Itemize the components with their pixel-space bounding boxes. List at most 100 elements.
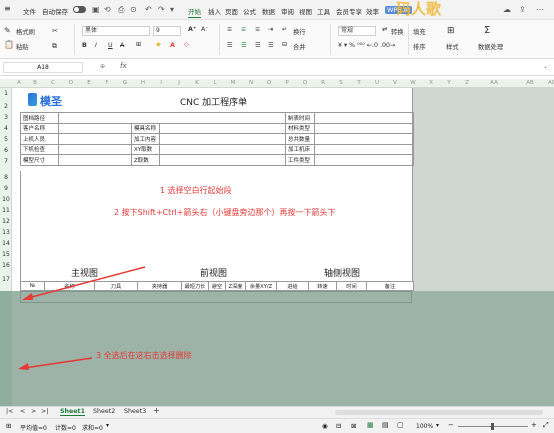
tab-insert[interactable]: 插入 — [208, 6, 221, 16]
autosave-toggle[interactable] — [73, 6, 86, 13]
row-header-cell[interactable]: 11 — [0, 207, 12, 214]
tab-sheet2[interactable]: Sheet2 — [93, 408, 115, 415]
align-middle-icon[interactable]: ≡ — [241, 26, 246, 33]
row-header-cell[interactable]: 5 — [0, 136, 12, 143]
format-painter-button[interactable]: 格式刷 — [16, 27, 35, 36]
column-header-cell[interactable]: J — [170, 79, 188, 88]
justify-icon[interactable]: ☰ — [268, 42, 274, 49]
column-header-cell[interactable]: A — [12, 79, 26, 88]
tab-review[interactable]: 审阅 — [281, 6, 294, 16]
zoom-in-icon[interactable]: + — [531, 421, 537, 429]
column-header-cell[interactable]: O — [260, 79, 278, 88]
row-header-cell[interactable]: 9 — [0, 185, 12, 192]
align-center-icon[interactable]: ☰ — [241, 42, 247, 49]
page-layout-icon[interactable]: ⊟ — [336, 422, 341, 430]
bold-icon[interactable]: B — [82, 42, 87, 49]
column-header-cell[interactable]: T — [350, 79, 368, 88]
value-cell[interactable] — [314, 133, 414, 145]
column-header-cell[interactable]: V — [386, 79, 404, 88]
font-name-select[interactable]: 黑体 — [82, 26, 150, 36]
value-cell[interactable] — [159, 154, 286, 166]
cloud-icon[interactable]: ☁ — [503, 5, 511, 14]
copy-icon[interactable]: ⧉ — [52, 42, 57, 51]
column-header-cell[interactable]: AA — [476, 79, 512, 88]
row-header-cell[interactable]: 4 — [0, 125, 12, 132]
column-header-cell[interactable]: G — [116, 79, 134, 88]
align-bottom-icon[interactable]: ≡ — [255, 26, 260, 33]
column-header-cell[interactable]: H — [134, 79, 152, 88]
share-icon[interactable]: ⇪ — [519, 5, 526, 14]
page-break-view-icon[interactable]: ▤ — [382, 421, 389, 429]
column-header-cell[interactable]: M — [224, 79, 242, 88]
paste-button[interactable]: 粘贴 — [16, 42, 29, 51]
more-icon[interactable]: ▾ — [170, 5, 174, 14]
value-cell[interactable] — [314, 112, 414, 124]
row-header-cell[interactable]: 1 — [0, 90, 12, 97]
undo-history-icon[interactable]: ⟲ — [104, 5, 111, 14]
column-header-cell[interactable]: L — [206, 79, 224, 88]
fill-button[interactable]: 填充 — [413, 27, 426, 36]
currency-icon[interactable]: ¥ ▾ % ⁰⁰⁰ ←.0 .00→ — [338, 42, 395, 49]
merge-button[interactable]: 合并 — [293, 42, 306, 51]
align-top-icon[interactable]: ≡ — [227, 26, 232, 33]
zoom-level[interactable]: 100% — [416, 423, 433, 430]
column-header-cell[interactable]: Q — [296, 79, 314, 88]
indent-icon[interactable]: ⇥ — [268, 26, 273, 33]
tab-sheet1[interactable]: Sheet1 — [60, 408, 85, 416]
column-header-cell[interactable]: I — [152, 79, 170, 88]
clear-format-icon[interactable]: ◇ — [184, 41, 189, 48]
add-sheet-icon[interactable]: + — [153, 406, 160, 415]
status-dropdown-icon[interactable]: ▾ — [106, 422, 109, 429]
cut-icon[interactable]: ✂ — [52, 27, 58, 35]
save-icon[interactable]: ▣ — [92, 5, 100, 14]
first-sheet-icon[interactable]: |< — [6, 408, 13, 415]
wrap-button[interactable]: 换行 — [293, 27, 306, 36]
border-icon[interactable]: ⊞ — [136, 41, 141, 48]
style-button[interactable]: 样式 — [446, 42, 459, 51]
tab-tools[interactable]: 工具 — [317, 6, 330, 16]
column-header-cell[interactable]: F — [98, 79, 116, 88]
sort-button[interactable]: 排序 — [413, 42, 426, 51]
tab-data[interactable]: 数据 — [262, 6, 275, 16]
column-header-cell[interactable]: B — [26, 79, 44, 88]
convert-icon[interactable]: ⇄ — [382, 26, 387, 33]
print-icon[interactable]: ⎙ — [118, 5, 124, 15]
font-grow-icon[interactable]: A⁺ — [188, 26, 196, 33]
column-header-cell[interactable]: U — [368, 79, 386, 88]
data-process-button[interactable]: 数据处理 — [478, 42, 503, 51]
normal-view-icon[interactable]: ▦ — [367, 421, 374, 429]
row-header-cell[interactable]: 12 — [0, 218, 12, 225]
column-header-cell[interactable]: Y — [440, 79, 458, 88]
value-cell[interactable] — [314, 143, 414, 155]
redo-icon[interactable]: ↷ — [158, 5, 165, 14]
column-header-cell[interactable]: R — [314, 79, 332, 88]
column-header-cell[interactable]: W — [404, 79, 422, 88]
value-cell[interactable] — [159, 143, 286, 155]
undo-icon[interactable]: ↶ — [145, 5, 152, 14]
sum-icon[interactable]: Σ — [484, 25, 490, 36]
underline-icon[interactable]: U — [108, 42, 113, 49]
row-header-cell[interactable]: 3 — [0, 114, 12, 121]
font-shrink-icon[interactable]: A⁻ — [201, 26, 209, 33]
expand-formula-icon[interactable]: ⌄ — [543, 63, 548, 70]
formula-input[interactable] — [134, 62, 539, 73]
prev-sheet-icon[interactable]: < — [20, 408, 25, 415]
tab-efficiency[interactable]: 效率 — [366, 6, 379, 16]
italic-icon[interactable]: I — [95, 42, 97, 49]
tab-home[interactable]: 开始 — [188, 6, 201, 18]
column-header-cell[interactable]: X — [422, 79, 440, 88]
last-sheet-icon[interactable]: >| — [41, 408, 48, 415]
column-header-cell[interactable]: S — [332, 79, 350, 88]
wrap-icon[interactable]: ↵ — [282, 26, 287, 33]
align-left-icon[interactable]: ☰ — [227, 42, 233, 49]
more-options-icon[interactable]: ⋯ — [536, 5, 544, 14]
column-header-cell[interactable]: C — [44, 79, 62, 88]
strikethrough-icon[interactable]: A — [120, 42, 124, 49]
preview-icon[interactable]: ⊙ — [130, 5, 137, 14]
file-menu[interactable]: 文件 — [23, 6, 36, 16]
convert-button[interactable]: 转换 — [391, 27, 404, 36]
value-cell[interactable] — [58, 112, 286, 124]
column-header-cell[interactable]: E — [80, 79, 98, 88]
value-cell[interactable] — [314, 154, 414, 166]
tab-member[interactable]: 会员专享 — [336, 6, 362, 16]
